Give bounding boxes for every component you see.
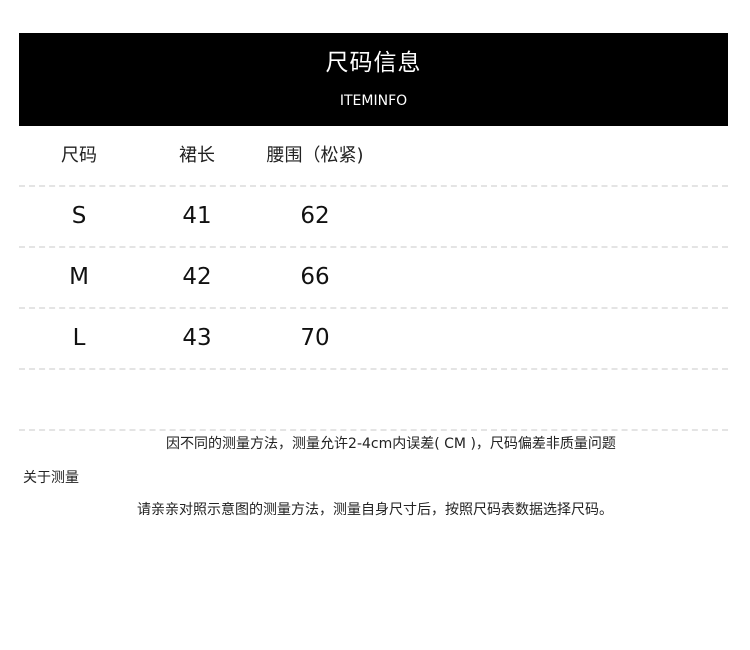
measurement-disclaimer: 因不同的测量方法，测量允许2-4cm内误差( CM )，尺码偏差非质量问题 [166, 436, 616, 452]
size-cell: S [71, 203, 87, 229]
skirt-length-cell: 42 [182, 264, 212, 290]
column-header-skirt-length: 裙长 [179, 145, 215, 166]
table-header-row: 尺码 裙长 腰围（松紧) [19, 126, 728, 187]
header-subtitle: ITEMINFO [339, 93, 408, 109]
skirt-length-cell: 43 [182, 325, 212, 351]
column-header-waist: 腰围（松紧) [266, 145, 364, 166]
waist-cell: 70 [300, 325, 330, 351]
column-header-size: 尺码 [61, 145, 97, 166]
table-row: L 43 70 [19, 309, 728, 370]
header-title: 尺码信息 [325, 50, 422, 76]
waist-cell: 62 [300, 203, 330, 229]
size-cell: L [72, 325, 86, 351]
size-info-header: 尺码信息 ITEMINFO [19, 33, 728, 126]
empty-table-row [19, 370, 728, 431]
waist-cell: 66 [300, 264, 330, 290]
skirt-length-cell: 41 [182, 203, 212, 229]
about-measurement-label: 关于测量 [23, 470, 79, 486]
size-table: 尺码 裙长 腰围（松紧) S 41 62 M 42 66 L 43 70 [19, 126, 728, 431]
table-row: M 42 66 [19, 248, 728, 309]
table-row: S 41 62 [19, 187, 728, 248]
measurement-instruction: 请亲亲对照示意图的测量方法，测量自身尺寸后，按照尺码表数据选择尺码。 [137, 502, 613, 518]
size-cell: M [69, 264, 89, 290]
